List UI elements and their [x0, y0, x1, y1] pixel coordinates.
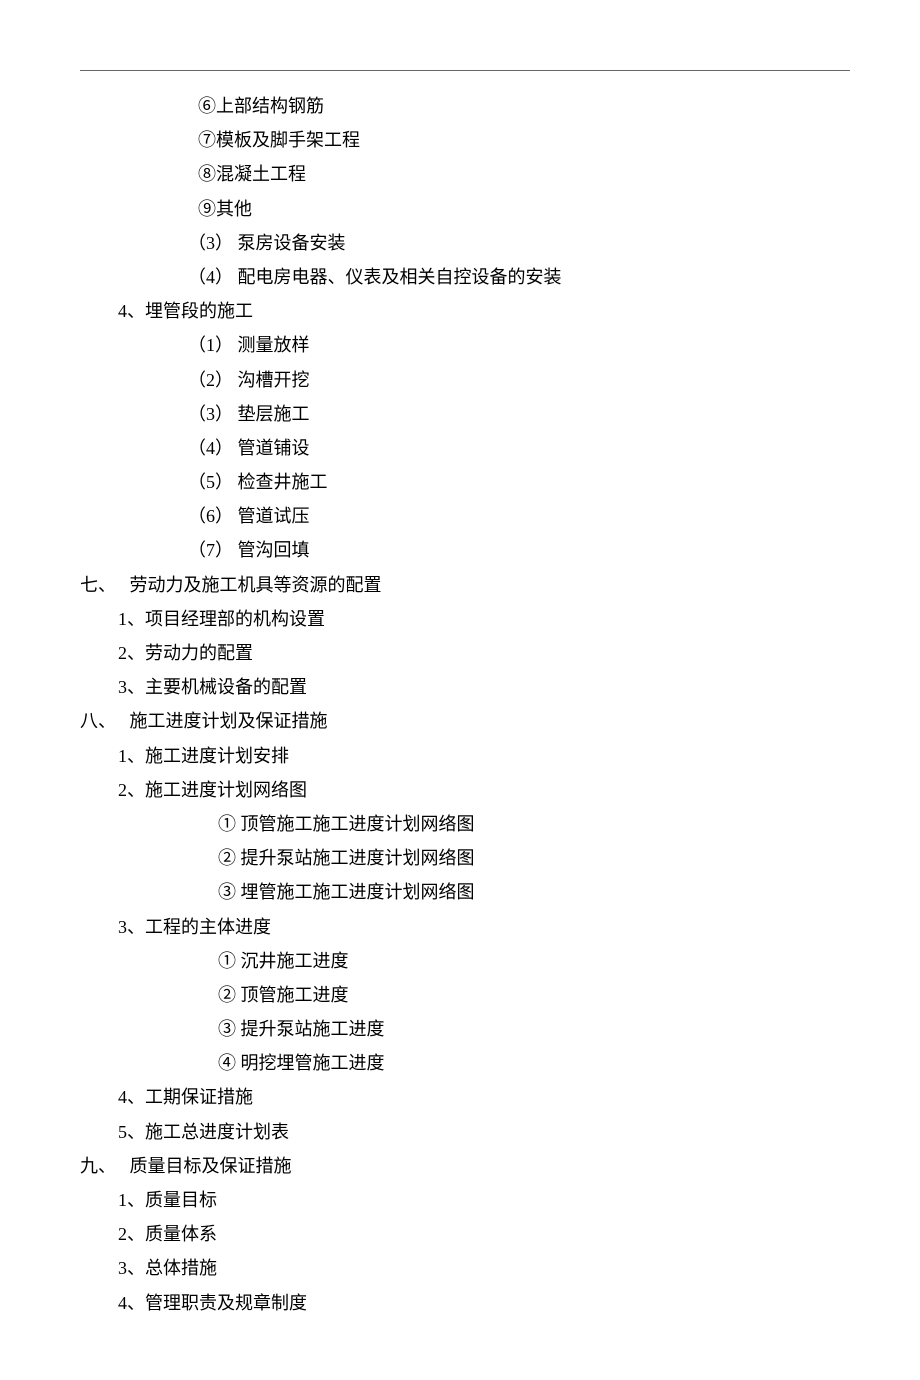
outline-line: 3、总体措施 [80, 1251, 850, 1285]
outline-line: 2、施工进度计划网络图 [80, 773, 850, 807]
outline-line: ① 沉井施工进度 [80, 944, 850, 978]
outline-body: ⑥上部结构钢筋⑦模板及脚手架工程⑧混凝土工程⑨其他（3） 泵房设备安装（4） 配… [80, 89, 850, 1320]
outline-line: ③ 提升泵站施工进度 [80, 1012, 850, 1046]
outline-line: 4、工期保证措施 [80, 1080, 850, 1114]
outline-line: ⑥上部结构钢筋 [80, 89, 850, 123]
outline-line: 3、工程的主体进度 [80, 910, 850, 944]
document-page: ⑥上部结构钢筋⑦模板及脚手架工程⑧混凝土工程⑨其他（3） 泵房设备安装（4） 配… [0, 0, 920, 1380]
outline-line: ① 顶管施工施工进度计划网络图 [80, 807, 850, 841]
outline-line: ② 顶管施工进度 [80, 978, 850, 1012]
outline-line: （5） 检查井施工 [80, 465, 850, 499]
outline-line: 九、 质量目标及保证措施 [80, 1149, 850, 1183]
outline-line: 1、项目经理部的机构设置 [80, 602, 850, 636]
outline-line: ⑨其他 [80, 192, 850, 226]
outline-line: 1、质量目标 [80, 1183, 850, 1217]
outline-line: 八、 施工进度计划及保证措施 [80, 704, 850, 738]
outline-line: （1） 测量放样 [80, 328, 850, 362]
outline-line: ④ 明挖埋管施工进度 [80, 1046, 850, 1080]
outline-line: ③ 埋管施工施工进度计划网络图 [80, 875, 850, 909]
outline-line: （3） 泵房设备安装 [80, 226, 850, 260]
outline-line: 5、施工总进度计划表 [80, 1115, 850, 1149]
page-top-rule [80, 70, 850, 71]
outline-line: 七、 劳动力及施工机具等资源的配置 [80, 568, 850, 602]
outline-line: 2、劳动力的配置 [80, 636, 850, 670]
outline-line: （6） 管道试压 [80, 499, 850, 533]
outline-line: ② 提升泵站施工进度计划网络图 [80, 841, 850, 875]
outline-line: （4） 管道铺设 [80, 431, 850, 465]
outline-line: 3、主要机械设备的配置 [80, 670, 850, 704]
outline-line: （3） 垫层施工 [80, 397, 850, 431]
outline-line: （4） 配电房电器、仪表及相关自控设备的安装 [80, 260, 850, 294]
outline-line: ⑦模板及脚手架工程 [80, 123, 850, 157]
outline-line: ⑧混凝土工程 [80, 157, 850, 191]
outline-line: 4、管理职责及规章制度 [80, 1286, 850, 1320]
outline-line: （7） 管沟回填 [80, 533, 850, 567]
outline-line: （2） 沟槽开挖 [80, 363, 850, 397]
outline-line: 4、埋管段的施工 [80, 294, 850, 328]
outline-line: 2、质量体系 [80, 1217, 850, 1251]
outline-line: 1、施工进度计划安排 [80, 739, 850, 773]
